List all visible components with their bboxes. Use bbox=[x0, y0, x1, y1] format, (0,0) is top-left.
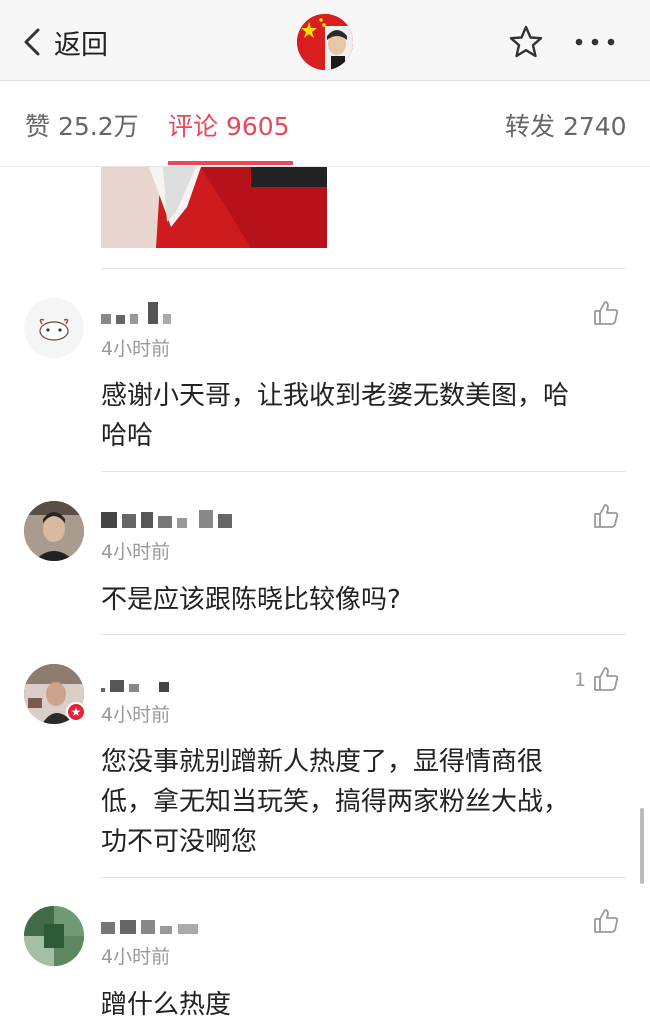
comment-text-line: 感谢小天哥，让我收到老婆无数美图，哈 bbox=[101, 381, 570, 411]
chevron-left-icon bbox=[24, 28, 40, 56]
active-tab-indicator bbox=[168, 161, 293, 165]
comment-text-line: 不是应该跟陈晓比较像吗? bbox=[101, 585, 401, 615]
star-icon: ★ bbox=[68, 704, 84, 720]
comment-divider bbox=[101, 268, 626, 269]
thumbs-up-icon[interactable] bbox=[592, 299, 620, 327]
comment-text: 您没事就别蹭新人热度了，显得情商很 低，拿无知当玩笑，搞得两家粉丝大战， 功不可… bbox=[101, 742, 621, 862]
comment-divider bbox=[101, 471, 626, 472]
commenter-name-blurred[interactable] bbox=[101, 670, 174, 692]
comment-text-line: 功不可没啊您 bbox=[101, 827, 258, 857]
comment-image-thumbnail[interactable] bbox=[101, 167, 327, 248]
comment-text-line: 哈哈 bbox=[101, 421, 154, 451]
commenter-name-blurred[interactable] bbox=[101, 912, 203, 934]
commenter-avatar[interactable] bbox=[24, 298, 84, 358]
comment-text-line: 您没事就别蹭新人热度了，显得情商很 bbox=[101, 747, 544, 777]
tab-reposts[interactable]: 转发 2740 bbox=[505, 107, 627, 143]
comment-text: 感谢小天哥，让我收到老婆无数美图，哈 哈哈 bbox=[101, 376, 621, 456]
verified-badge: ★ bbox=[66, 702, 86, 722]
stats-tab-bar: 赞 25.2万 评论 9605 转发 2740 bbox=[0, 81, 650, 167]
author-avatar[interactable] bbox=[297, 14, 353, 70]
like-count: 1 bbox=[574, 669, 587, 691]
comment-text: 蹭什么热度 bbox=[101, 985, 621, 1025]
commenter-name-blurred[interactable] bbox=[101, 302, 176, 324]
thumbs-up-icon[interactable] bbox=[592, 907, 620, 935]
tab-comments[interactable]: 评论 9605 bbox=[168, 107, 290, 143]
comment-time: 4小时前 bbox=[101, 946, 171, 968]
comment-time: 4小时前 bbox=[101, 704, 171, 726]
comment-text-line: 低，拿无知当玩笑，搞得两家粉丝大战， bbox=[101, 787, 570, 817]
back-button[interactable]: 返回 bbox=[20, 22, 108, 62]
comment-text-line: 蹭什么热度 bbox=[101, 990, 232, 1020]
commenter-avatar[interactable] bbox=[24, 906, 84, 966]
thumbs-up-icon[interactable] bbox=[592, 665, 620, 693]
back-label: 返回 bbox=[54, 29, 108, 61]
tab-likes[interactable]: 赞 25.2万 bbox=[25, 107, 139, 143]
comment-text: 不是应该跟陈晓比较像吗? bbox=[101, 580, 621, 620]
comment-divider bbox=[101, 877, 626, 878]
scrollbar[interactable] bbox=[640, 808, 644, 884]
comment-time: 4小时前 bbox=[101, 338, 171, 360]
comment-time: 4小时前 bbox=[101, 541, 171, 563]
more-icon[interactable] bbox=[573, 24, 617, 60]
commenter-name-blurred[interactable] bbox=[101, 506, 237, 528]
comment-divider bbox=[101, 634, 626, 635]
commenter-avatar[interactable] bbox=[24, 501, 84, 561]
star-icon[interactable] bbox=[508, 24, 544, 60]
top-nav-bar: 返回 bbox=[0, 0, 650, 81]
thumbs-up-icon[interactable] bbox=[592, 502, 620, 530]
